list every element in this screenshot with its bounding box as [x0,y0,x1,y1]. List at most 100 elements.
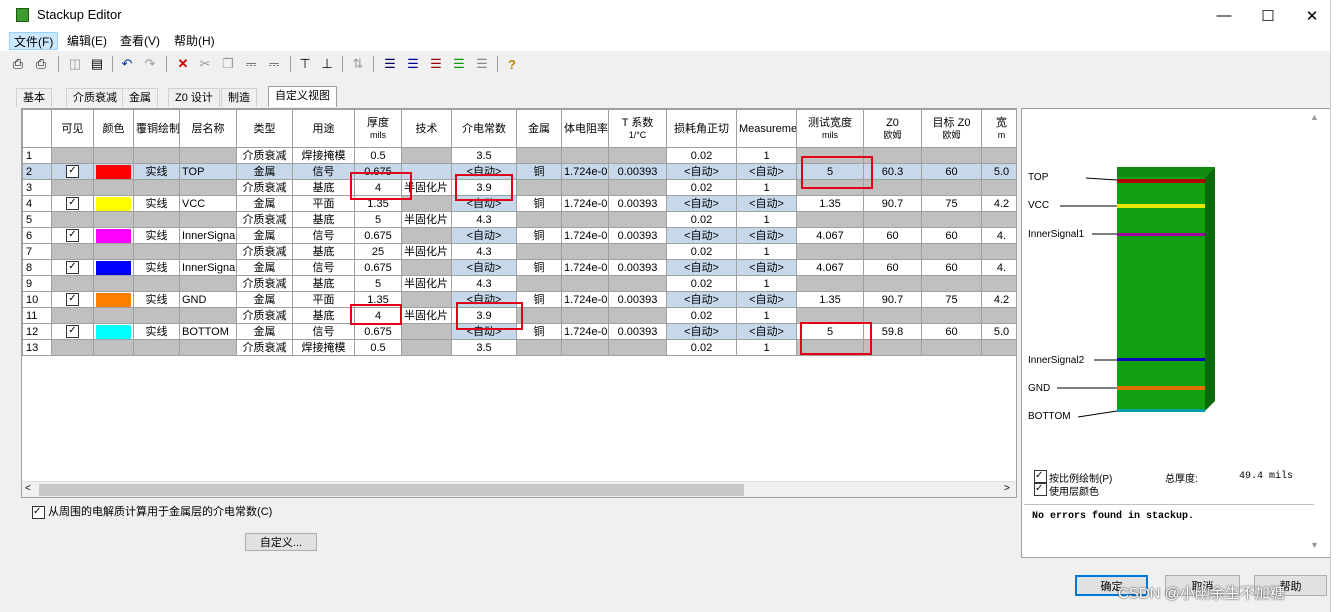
insert-below-icon[interactable]: ⊥ [318,55,336,73]
sort-icon[interactable]: ⇅ [349,55,367,73]
color-swatch[interactable] [96,164,131,179]
color-cell[interactable] [93,291,134,308]
usage-cell[interactable]: 信号 [292,259,355,276]
visible-cell[interactable]: ✓ [51,227,94,244]
table-row[interactable]: 13 介质衰减 焊接掩模 0.5 3.5 0.02 1 [22,339,1016,356]
close-icon[interactable]: ✕ [1288,0,1336,31]
print-icon[interactable]: ⎙ [9,55,27,73]
testw-cell[interactable] [796,275,864,292]
layer-name-cell[interactable]: InnerSigna [179,259,237,276]
freq-cell[interactable]: 1 [736,275,797,292]
dk-cell[interactable]: 4.3 [451,211,517,228]
scale-checkbox[interactable]: ✓ [1034,470,1047,483]
loss-cell[interactable]: <自动> [666,163,737,180]
z0-cell[interactable]: 60 [863,259,922,276]
w-cell[interactable] [981,339,1016,356]
layer-name-cell[interactable]: VCC [179,195,237,212]
tz0-cell[interactable] [921,211,982,228]
color-cell[interactable] [93,243,134,260]
z0-cell[interactable] [863,147,922,164]
freq-cell[interactable]: <自动> [736,195,797,212]
color-swatch[interactable] [96,292,131,307]
layer-name-cell[interactable] [179,243,237,260]
resist-cell[interactable] [561,243,609,260]
layer-color-checkbox[interactable]: ✓ [1034,483,1047,496]
row-number[interactable]: 1 [22,147,52,164]
resist-cell[interactable]: 1.724e-0 [561,323,609,340]
maximize-icon[interactable]: ☐ [1244,0,1292,31]
loss-cell[interactable]: <自动> [666,291,737,308]
testw-cell[interactable]: 4.067 [796,227,864,244]
w-cell[interactable] [981,211,1016,228]
tech-cell[interactable] [401,195,452,212]
dk-cell[interactable]: 3.5 [451,339,517,356]
metal-cell[interactable] [516,211,562,228]
insert-above-icon[interactable]: ⊤ [296,55,314,73]
layer-name-cell[interactable] [179,339,237,356]
visible-cell[interactable] [51,211,94,228]
testw-cell[interactable]: 5 [796,323,864,340]
visible-checkbox[interactable]: ✓ [66,325,79,339]
layer-red-icon[interactable]: ☰ [427,55,445,73]
column-header[interactable]: 可见 [51,109,94,148]
color-cell[interactable] [93,275,134,292]
paste-special-icon[interactable]: ⎓ [265,55,283,73]
metal-cell[interactable]: 铜 [516,195,562,212]
column-header[interactable]: T 系数 1/°C [608,109,667,148]
type-cell[interactable]: 介质衰减 [236,147,293,164]
thickness-cell[interactable]: 4 [354,307,402,324]
color-cell[interactable] [93,195,134,212]
copy-icon[interactable]: ❐ [219,55,237,73]
tz0-cell[interactable] [921,243,982,260]
column-header[interactable]: Measurement Frequency [736,109,797,148]
row-number[interactable]: 3 [22,179,52,196]
layer-name-cell[interactable]: BOTTOM [179,323,237,340]
resist-cell[interactable] [561,147,609,164]
tcoef-cell[interactable] [608,275,667,292]
row-number[interactable]: 5 [22,211,52,228]
testw-cell[interactable]: 1.35 [796,291,864,308]
tcoef-cell[interactable] [608,211,667,228]
color-cell[interactable] [93,339,134,356]
dk-cell[interactable]: <自动> [451,291,517,308]
menu-view[interactable]: 查看(V) [116,32,164,50]
visible-checkbox[interactable]: ✓ [66,261,79,275]
visible-cell[interactable] [51,275,94,292]
thickness-cell[interactable]: 0.675 [354,323,402,340]
tab-dielectric[interactable]: 介质衰减 [66,88,124,107]
tab-manufacture[interactable]: 制造 [221,88,257,107]
loss-cell[interactable]: 0.02 [666,307,737,324]
layer-name-cell[interactable] [179,179,237,196]
column-header[interactable]: 介电常数 [451,109,517,148]
column-header[interactable]: 厚度 mils [354,109,402,148]
fill-style-cell[interactable]: 实线 [133,259,180,276]
w-cell[interactable]: 4.2 [981,195,1016,212]
dk-cell[interactable]: <自动> [451,323,517,340]
testw-cell[interactable]: 4.067 [796,259,864,276]
redo-icon[interactable]: ↷ [141,55,159,73]
layer-list-icon[interactable]: ☰ [381,55,399,73]
color-cell[interactable] [93,179,134,196]
resist-cell[interactable] [561,339,609,356]
minimize-icon[interactable]: — [1200,0,1248,31]
thickness-cell[interactable]: 4 [354,179,402,196]
metal-cell[interactable] [516,307,562,324]
type-cell[interactable]: 介质衰减 [236,275,293,292]
usage-cell[interactable]: 基底 [292,179,355,196]
z0-cell[interactable]: 60 [863,227,922,244]
color-swatch[interactable] [96,228,131,243]
color-swatch[interactable] [96,196,131,211]
color-cell[interactable] [93,211,134,228]
row-number[interactable]: 2 [22,163,52,180]
tech-cell[interactable] [401,291,452,308]
tcoef-cell[interactable] [608,339,667,356]
usage-cell[interactable]: 焊接掩模 [292,339,355,356]
thickness-cell[interactable]: 0.675 [354,259,402,276]
dk-cell[interactable]: 3.9 [451,307,517,324]
metal-cell[interactable] [516,275,562,292]
row-number[interactable]: 8 [22,259,52,276]
tz0-cell[interactable] [921,179,982,196]
horizontal-scrollbar[interactable]: < > [22,481,1016,497]
tab-custom-view[interactable]: 自定义视图 [268,86,337,107]
loss-cell[interactable]: <自动> [666,323,737,340]
